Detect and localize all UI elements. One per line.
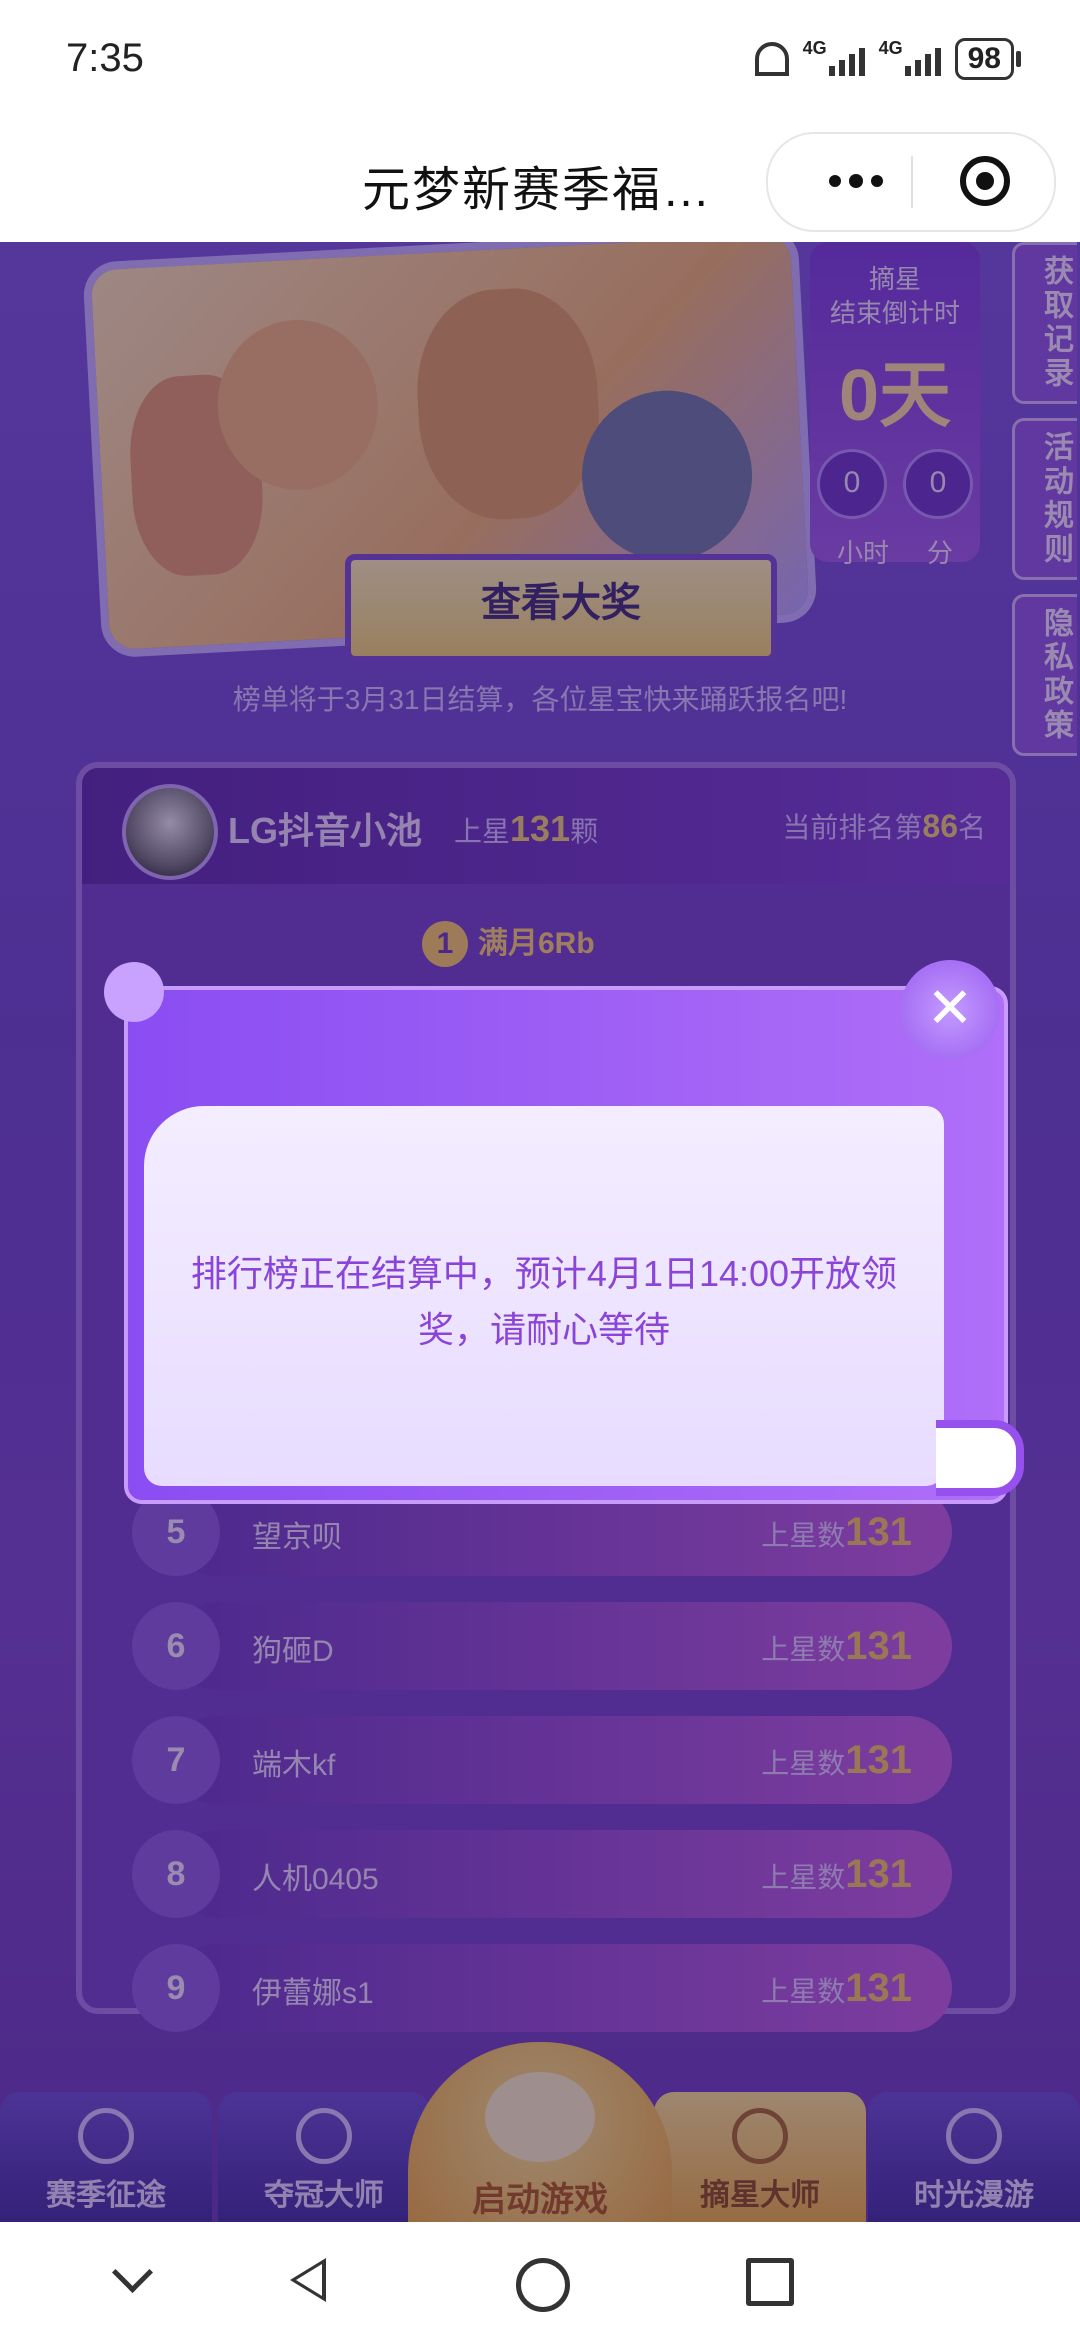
system-icons: 4G 4G 98 bbox=[754, 38, 1022, 80]
signal-icon-2: 4G bbox=[879, 38, 941, 76]
signal-icon: 4G bbox=[803, 38, 865, 76]
close-dialog-button[interactable]: ✕ bbox=[900, 960, 1000, 1060]
star-decoration-icon bbox=[104, 962, 164, 1022]
capsule-divider bbox=[911, 156, 913, 208]
status-bar: 7:35 4G 4G 98 bbox=[0, 0, 1080, 120]
more-dot-icon bbox=[829, 175, 841, 187]
clock: 7:35 bbox=[66, 36, 144, 80]
page-title: 元梦新赛季福… bbox=[362, 164, 713, 217]
back-icon[interactable] bbox=[290, 2258, 326, 2302]
capsule-menu bbox=[766, 132, 1056, 232]
dialog-message: 排行榜正在结算中，预计4月1日14:00开放领奖，请耐心等待 bbox=[190, 1253, 898, 1350]
dialog-body: 排行榜正在结算中，预计4月1日14:00开放领奖，请耐心等待 bbox=[144, 1106, 944, 1486]
collapse-icon[interactable] bbox=[111, 2251, 154, 2294]
system-navigation-bar bbox=[0, 2222, 1080, 2340]
battery-icon: 98 bbox=[954, 38, 1022, 80]
data-speed-icon bbox=[754, 42, 789, 76]
mini-program-titlebar: 元梦新赛季福… bbox=[0, 120, 1080, 242]
home-icon[interactable] bbox=[516, 2258, 570, 2312]
close-miniprogram-button[interactable] bbox=[960, 156, 1010, 206]
recent-apps-icon[interactable] bbox=[746, 2258, 794, 2306]
more-options-button[interactable] bbox=[806, 156, 906, 206]
dialog-decoration bbox=[936, 1420, 1024, 1496]
settlement-dialog: 排行榜正在结算中，预计4月1日14:00开放领奖，请耐心等待 bbox=[124, 986, 1024, 1504]
